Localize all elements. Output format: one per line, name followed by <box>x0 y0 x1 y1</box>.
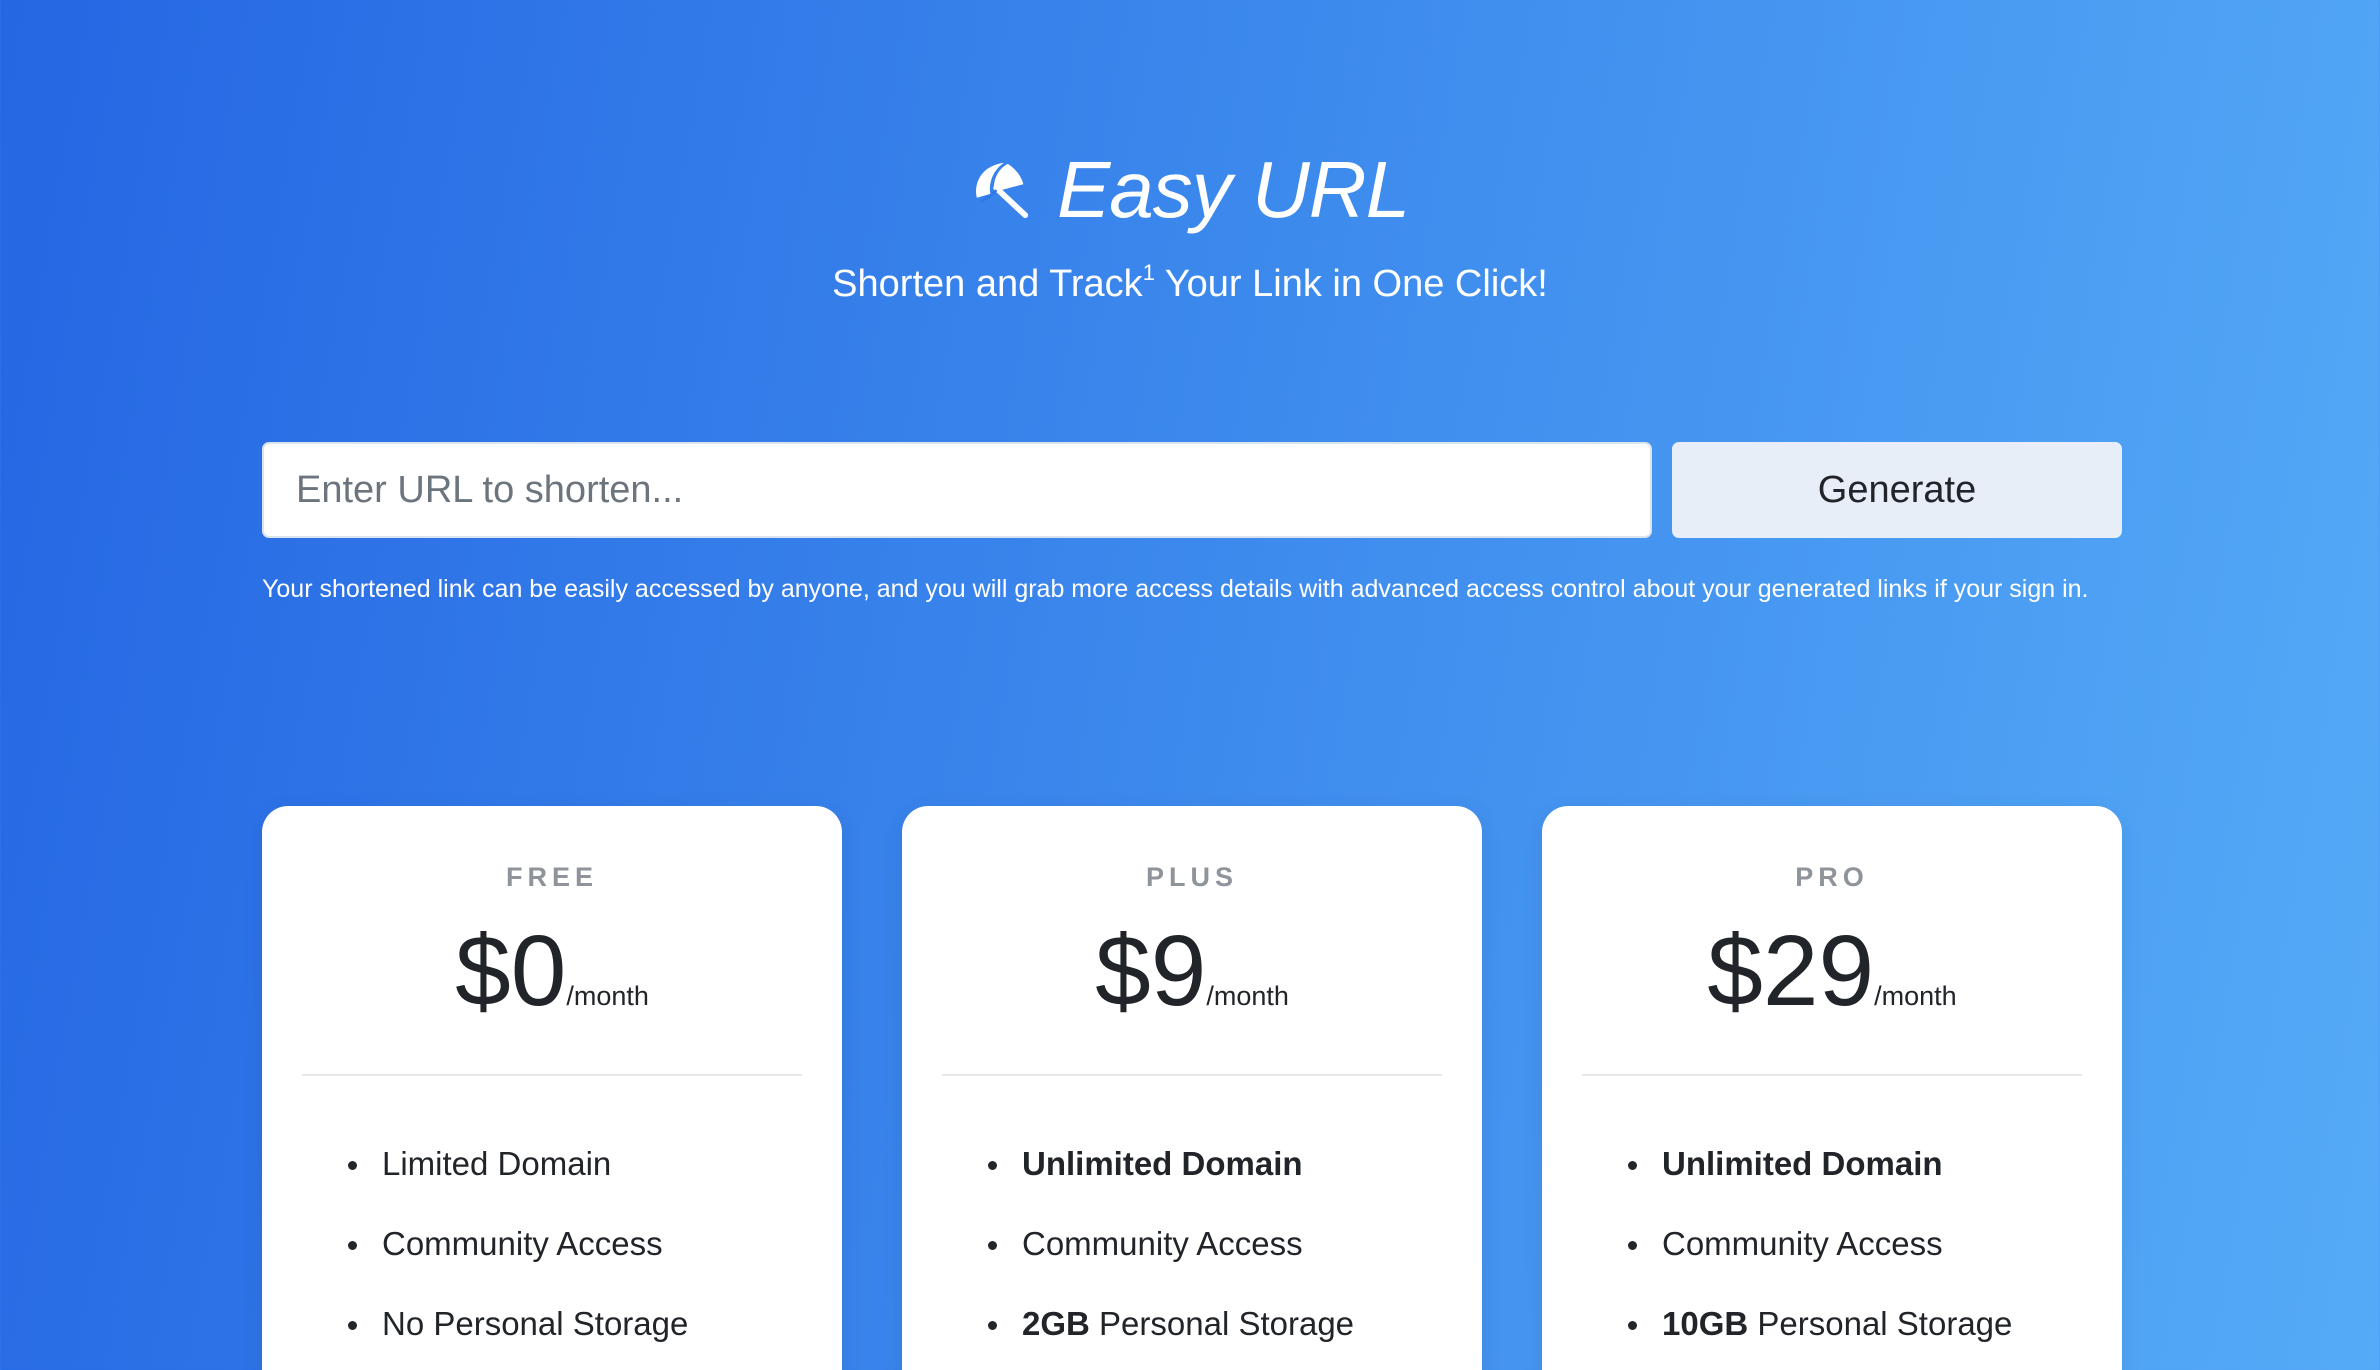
feature-item: 10GB Personal Storage <box>1542 1284 2122 1364</box>
feature-list: Unlimited Domain Community Access 2GB Pe… <box>902 1124 1482 1364</box>
feature-highlight: Unlimited Domain <box>1662 1145 1943 1182</box>
plan-name: PLUS <box>1145 862 1238 892</box>
umbrella-icon <box>971 159 1033 221</box>
brand: Easy URL <box>0 140 2380 240</box>
url-input[interactable] <box>262 442 1652 538</box>
plan-period: /month <box>566 981 649 1011</box>
feature-text: No Personal Storage <box>382 1305 689 1342</box>
divider <box>1582 1074 2082 1076</box>
price-row: $29 /month <box>1542 906 2122 1036</box>
plan-name: PRO <box>1795 862 1869 892</box>
helper-text: Your shortened link can be easily access… <box>262 575 2089 603</box>
plan-price: $0 <box>455 915 567 1027</box>
feature-item: Community Access <box>262 1204 842 1284</box>
feature-item: 2GB Personal Storage <box>902 1284 1482 1364</box>
feature-text: Limited Domain <box>382 1145 612 1182</box>
feature-text: Community Access <box>1022 1225 1303 1262</box>
tagline-text-end: Your Link in One Click! <box>1154 263 1548 305</box>
pricing-card-pro: PRO $29 /month Unlimited Domain Communit… <box>1542 806 2122 1370</box>
feature-item: Community Access <box>1542 1204 2122 1284</box>
plan-period: /month <box>1874 981 1957 1011</box>
plan-period: /month <box>1206 981 1289 1011</box>
divider <box>302 1074 802 1076</box>
app-title: Easy URL <box>1056 145 1410 234</box>
generate-button[interactable]: Generate <box>1672 442 2122 538</box>
divider <box>942 1074 1442 1076</box>
feature-text: Community Access <box>382 1225 663 1262</box>
price-row: $9 /month <box>902 906 1482 1036</box>
feature-list: Unlimited Domain Community Access 10GB P… <box>1542 1124 2122 1364</box>
feature-text: Personal Storage <box>1089 1305 1355 1342</box>
feature-item: Community Access <box>902 1204 1482 1284</box>
feature-highlight: Unlimited Domain <box>1022 1145 1303 1182</box>
pricing-card-plus: PLUS $9 /month Unlimited Domain Communit… <box>902 806 1482 1370</box>
plan-price: $29 <box>1707 915 1875 1027</box>
feature-item: Unlimited Domain <box>902 1124 1482 1204</box>
tagline: Shorten and Track1 Your Link in One Clic… <box>0 258 2380 310</box>
feature-list: Limited Domain Community Access No Perso… <box>262 1124 842 1364</box>
feature-item: Unlimited Domain <box>1542 1124 2122 1204</box>
tagline-footnote-marker: 1 <box>1142 260 1155 285</box>
feature-text: Personal Storage <box>1748 1305 2013 1342</box>
feature-highlight: 10GB <box>1662 1305 1749 1342</box>
feature-item: No Personal Storage <box>262 1284 842 1364</box>
price-row: $0 /month <box>262 906 842 1036</box>
plan-price: $9 <box>1095 915 1207 1027</box>
tagline-text: Shorten and Track <box>832 263 1143 305</box>
feature-highlight: 2GB <box>1022 1305 1090 1342</box>
plan-name: FREE <box>505 862 598 892</box>
feature-item: Limited Domain <box>262 1124 842 1204</box>
pricing-card-free: FREE $0 /month Limited Domain Community … <box>262 806 842 1370</box>
feature-text: Community Access <box>1662 1225 1943 1262</box>
